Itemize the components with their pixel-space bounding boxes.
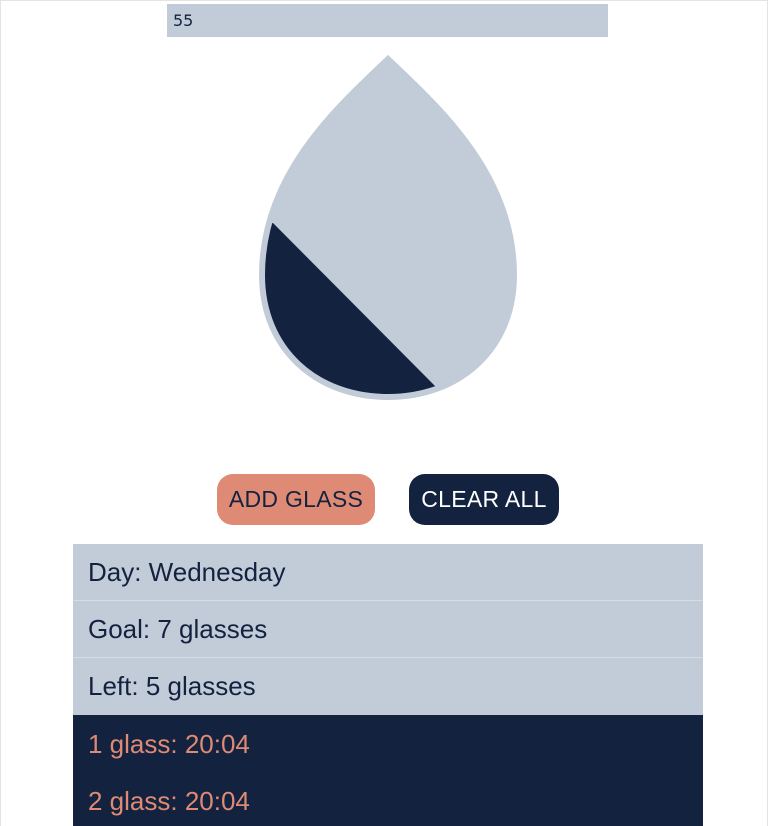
glass-log-list: 1 glass: 20:04 2 glass: 20:04: [73, 715, 703, 826]
clear-all-button[interactable]: CLEAR ALL: [409, 474, 559, 525]
log-item: 2 glass: 20:04: [88, 786, 250, 816]
water-tracker-page: ADD GLASS CLEAR ALL Day: Wednesday Goal:…: [0, 0, 768, 826]
water-drop-gauge: [256, 53, 521, 403]
water-drop-icon: [258, 54, 518, 401]
glass-amount-input[interactable]: [167, 4, 608, 37]
left-label: Left: 5 glasses: [73, 658, 703, 715]
log-item: 1 glass: 20:04: [88, 729, 250, 759]
day-label: Day: Wednesday: [73, 544, 703, 601]
stats-panel: Day: Wednesday Goal: 7 glasses Left: 5 g…: [73, 544, 703, 826]
goal-label: Goal: 7 glasses: [73, 601, 703, 658]
add-glass-button[interactable]: ADD GLASS: [217, 474, 375, 525]
